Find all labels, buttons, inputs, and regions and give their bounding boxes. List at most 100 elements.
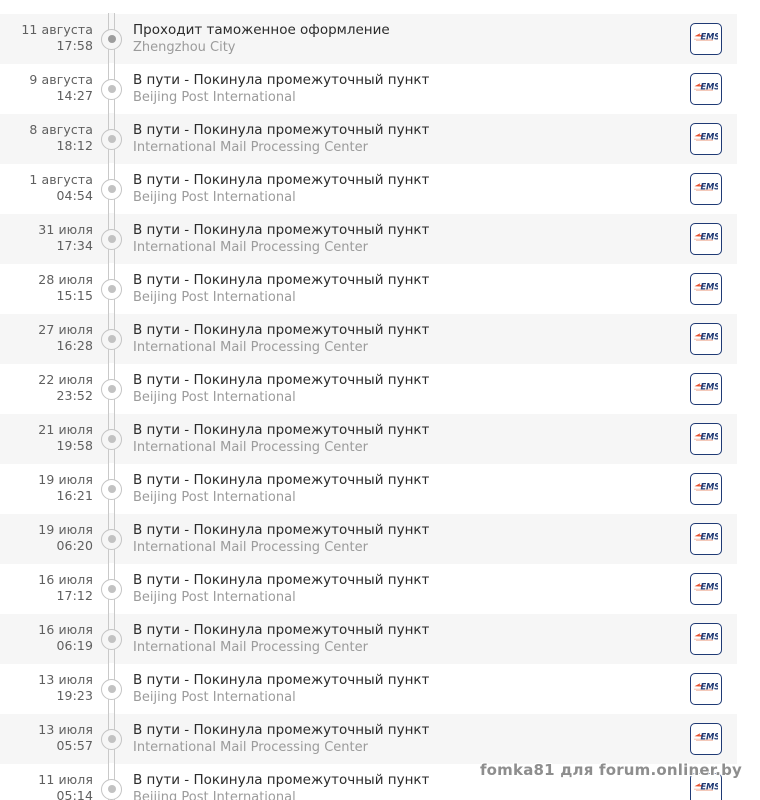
event-date: 19 июля xyxy=(38,472,93,487)
event-carrier-cell: EMS xyxy=(675,164,737,214)
event-date-cell: 11 июля 05:14 xyxy=(0,764,93,800)
timeline-marker-icon xyxy=(101,778,122,800)
event-date-cell: 27 июля 16:28 xyxy=(0,314,93,364)
event-date-cell: 11 августа 17:58 xyxy=(0,14,93,64)
event-info-cell: В пути - Покинула промежуточный пункт In… xyxy=(130,414,675,464)
svg-text:EMS: EMS xyxy=(701,781,719,791)
timeline-marker-icon xyxy=(101,228,122,250)
ems-logo-icon[interactable]: EMS xyxy=(690,373,722,405)
event-carrier-cell: EMS xyxy=(675,314,737,364)
tracking-event-row[interactable]: 9 августа 14:27 В пути - Покинула промеж… xyxy=(0,63,737,115)
ems-logo-icon[interactable]: EMS xyxy=(690,623,722,655)
event-status: В пути - Покинула промежуточный пункт xyxy=(133,772,430,788)
event-date: 31 июля xyxy=(38,222,93,237)
event-date-cell: 16 июля 06:19 xyxy=(0,614,93,664)
tracking-event-row[interactable]: 28 июля 15:15 В пути - Покинула промежут… xyxy=(0,263,737,315)
svg-text:EMS: EMS xyxy=(701,581,719,591)
timeline-marker-dot xyxy=(107,235,116,243)
ems-logo-icon[interactable]: EMS xyxy=(690,773,722,800)
ems-logo-icon[interactable]: EMS xyxy=(690,23,722,55)
event-status: В пути - Покинула промежуточный пункт xyxy=(133,372,430,388)
tracking-event-row[interactable]: 27 июля 16:28 В пути - Покинула промежут… xyxy=(0,313,737,365)
timeline-rail-cell xyxy=(93,63,130,115)
timeline-rail-cell xyxy=(93,13,130,65)
tracking-event-row[interactable]: 22 июля 23:52 В пути - Покинула промежут… xyxy=(0,363,737,415)
event-time: 14:27 xyxy=(56,88,93,103)
tracking-event-row[interactable]: 16 июля 06:19 В пути - Покинула промежут… xyxy=(0,613,737,665)
ems-logo-icon[interactable]: EMS xyxy=(690,173,722,205)
svg-text:EMS: EMS xyxy=(701,481,719,491)
timeline-rail-cell xyxy=(93,613,130,665)
tracking-event-row[interactable]: 13 июля 05:57 В пути - Покинула промежут… xyxy=(0,713,737,765)
event-location: Beijing Post International xyxy=(133,490,296,505)
svg-text:EMS: EMS xyxy=(701,531,719,541)
event-date: 13 июля xyxy=(38,722,93,737)
ems-logo-icon[interactable]: EMS xyxy=(690,323,722,355)
ems-logo-icon[interactable]: EMS xyxy=(690,673,722,705)
event-location: International Mail Processing Center xyxy=(133,240,368,255)
event-status: В пути - Покинула промежуточный пункт xyxy=(133,472,430,488)
event-date: 8 августа xyxy=(29,122,93,137)
event-date-cell: 9 августа 14:27 xyxy=(0,64,93,114)
ems-logo-icon[interactable]: EMS xyxy=(690,523,722,555)
timeline-marker-icon xyxy=(101,578,122,600)
event-status: В пути - Покинула промежуточный пункт xyxy=(133,222,430,238)
event-carrier-cell: EMS xyxy=(675,14,737,64)
ems-logo-icon[interactable]: EMS xyxy=(690,473,722,505)
event-date: 28 июля xyxy=(38,272,93,287)
event-carrier-cell: EMS xyxy=(675,464,737,514)
timeline-marker-dot xyxy=(107,535,116,543)
tracking-event-row[interactable]: 21 июля 19:58 В пути - Покинула промежут… xyxy=(0,413,737,465)
event-date: 11 августа xyxy=(21,22,93,37)
svg-text:EMS: EMS xyxy=(701,731,719,741)
event-date-cell: 21 июля 19:58 xyxy=(0,414,93,464)
event-location: Beijing Post International xyxy=(133,290,296,305)
event-carrier-cell: EMS xyxy=(675,264,737,314)
timeline-rail-cell xyxy=(93,413,130,465)
tracking-event-row[interactable]: 19 июля 16:21 В пути - Покинула промежут… xyxy=(0,463,737,515)
event-location: Beijing Post International xyxy=(133,590,296,605)
event-status: В пути - Покинула промежуточный пункт xyxy=(133,622,430,638)
ems-logo-icon[interactable]: EMS xyxy=(690,223,722,255)
event-carrier-cell: EMS xyxy=(675,514,737,564)
ems-logo-icon[interactable]: EMS xyxy=(690,423,722,455)
event-location: Beijing Post International xyxy=(133,790,296,800)
svg-text:EMS: EMS xyxy=(701,681,719,691)
event-carrier-cell: EMS xyxy=(675,714,737,764)
tracking-event-row[interactable]: 1 августа 04:54 В пути - Покинула промеж… xyxy=(0,163,737,215)
tracking-event-row[interactable]: 11 августа 17:58 Проходит таможенное офо… xyxy=(0,13,737,65)
timeline-marker-dot xyxy=(107,435,116,443)
event-date: 19 июля xyxy=(38,522,93,537)
tracking-event-row[interactable]: 13 июля 19:23 В пути - Покинула промежут… xyxy=(0,663,737,715)
timeline-marker-dot xyxy=(107,685,116,693)
ems-logo-icon[interactable]: EMS xyxy=(690,273,722,305)
tracking-event-row[interactable]: 31 июля 17:34 В пути - Покинула промежут… xyxy=(0,213,737,265)
event-status: В пути - Покинула промежуточный пункт xyxy=(133,572,430,588)
event-location: Zhengzhou City xyxy=(133,40,236,55)
event-location: International Mail Processing Center xyxy=(133,440,368,455)
event-status: В пути - Покинула промежуточный пункт xyxy=(133,722,430,738)
event-date-cell: 13 июля 19:23 xyxy=(0,664,93,714)
ems-logo-icon[interactable]: EMS xyxy=(690,573,722,605)
tracking-event-row[interactable]: 19 июля 06:20 В пути - Покинула промежут… xyxy=(0,513,737,565)
event-status: Проходит таможенное оформление xyxy=(133,22,390,38)
timeline-marker-icon xyxy=(101,428,122,450)
timeline-marker-dot xyxy=(107,785,116,793)
ems-logo-icon[interactable]: EMS xyxy=(690,73,722,105)
event-date: 1 августа xyxy=(29,172,93,187)
timeline-rail-cell xyxy=(93,163,130,215)
event-carrier-cell: EMS xyxy=(675,764,737,800)
event-time: 19:58 xyxy=(56,438,93,453)
event-info-cell: В пути - Покинула промежуточный пункт Be… xyxy=(130,464,675,514)
ems-logo-icon[interactable]: EMS xyxy=(690,123,722,155)
event-carrier-cell: EMS xyxy=(675,64,737,114)
tracking-event-row[interactable]: 11 июля 05:14 В пути - Покинула промежут… xyxy=(0,763,737,800)
tracking-event-row[interactable]: 8 августа 18:12 В пути - Покинула промеж… xyxy=(0,113,737,165)
ems-logo-icon[interactable]: EMS xyxy=(690,723,722,755)
event-status: В пути - Покинула промежуточный пункт xyxy=(133,422,430,438)
event-date-cell: 8 августа 18:12 xyxy=(0,114,93,164)
event-time: 06:20 xyxy=(56,538,93,553)
svg-text:EMS: EMS xyxy=(701,381,719,391)
timeline-marker-dot xyxy=(107,335,116,343)
tracking-event-row[interactable]: 16 июля 17:12 В пути - Покинула промежут… xyxy=(0,563,737,615)
